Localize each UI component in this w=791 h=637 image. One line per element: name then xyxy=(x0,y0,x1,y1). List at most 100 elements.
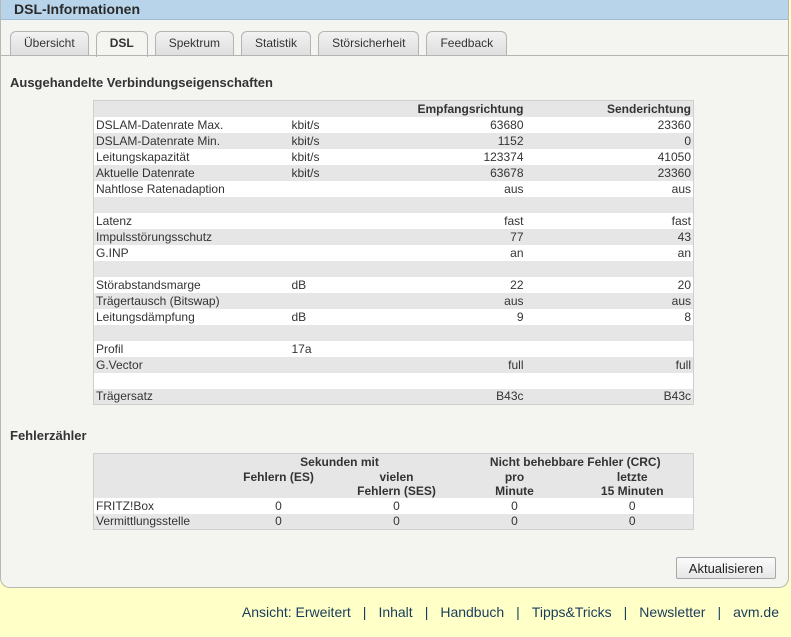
cell-pm: 0 xyxy=(511,498,518,513)
cell-unit xyxy=(290,229,370,245)
cell-unit: kbit/s xyxy=(291,133,320,148)
cell-label: Profil xyxy=(96,341,124,356)
table-row xyxy=(93,324,694,341)
tab-bar: Übersicht DSL Spektrum Statistik Störsic… xyxy=(10,31,788,57)
cell-rx: 63678 xyxy=(490,165,524,180)
cell-tx: 0 xyxy=(684,133,691,148)
cell-rx: B43c xyxy=(496,389,524,404)
header-senderichtung: Senderichtung xyxy=(606,101,691,116)
table-row: Aktuelle Datenrate kbit/s 63678 23360 xyxy=(93,164,694,181)
table-row: G.INP an an xyxy=(93,244,694,261)
header-per-minute: pro Minute xyxy=(458,470,572,498)
table-row: FRITZ!Box 0 0 0 0 xyxy=(93,497,694,514)
table-row xyxy=(93,260,694,277)
cell-m15: 0 xyxy=(628,498,636,513)
cell-rx: fast xyxy=(504,213,524,228)
refresh-button[interactable]: Aktualisieren xyxy=(676,557,776,579)
main-panel: DSL-Informationen Übersicht DSL Spektrum… xyxy=(0,0,789,588)
cell-label: G.Vector xyxy=(96,357,143,372)
footer-separator: | xyxy=(623,604,628,620)
cell-label: Leitungsdämpfung xyxy=(96,309,195,324)
header-es: Fehlern (ES) xyxy=(243,469,314,484)
cell-rx: 9 xyxy=(516,309,524,324)
cell-tx: 23360 xyxy=(657,117,691,132)
cell-rx: 63680 xyxy=(490,117,524,132)
cell-tx: aus xyxy=(671,181,691,196)
cell-label: Leitungskapazität xyxy=(96,149,190,164)
table-row: Trägersatz B43c B43c xyxy=(93,388,694,405)
cell-rx xyxy=(370,373,526,389)
cell-unit: dB xyxy=(291,277,307,292)
cell-rx: full xyxy=(508,357,524,372)
footer-link-newsletter[interactable]: Newsletter xyxy=(639,604,705,620)
cell-label: Latenz xyxy=(96,213,133,228)
cell-tx: 20 xyxy=(677,277,691,292)
cell-tx: 23360 xyxy=(657,165,691,180)
cell-label: Trägertausch (Bitswap) xyxy=(96,293,220,308)
tab-statistik[interactable]: Statistik xyxy=(241,31,312,56)
group-header-seconds: Sekunden mit xyxy=(300,454,379,469)
table-row: Störabstandsmarge dB 22 20 xyxy=(93,276,694,293)
cell-pm: 0 xyxy=(511,514,518,529)
cell-tx: aus xyxy=(671,293,691,308)
table-row: Nahtlose Ratenadaption aus aus xyxy=(93,180,694,197)
footer-link-view[interactable]: Ansicht: Erweitert xyxy=(242,604,351,620)
cell-unit xyxy=(290,245,370,261)
table-row: DSLAM-Datenrate Min. kbit/s 1152 0 xyxy=(93,132,694,149)
header-ses-line2: Fehlern (SES) xyxy=(357,483,436,498)
cell-rx: 77 xyxy=(510,229,524,244)
tab-dsl[interactable]: DSL xyxy=(95,31,148,57)
footer-link-manual[interactable]: Handbuch xyxy=(440,604,504,620)
cell-tx: fast xyxy=(671,213,691,228)
window-title: DSL-Informationen xyxy=(1,0,788,20)
cell-unit: 17a xyxy=(291,341,312,356)
footer-link-content[interactable]: Inhalt xyxy=(378,604,412,620)
footer-link-tips[interactable]: Tipps&Tricks xyxy=(532,604,612,620)
cell-tx: full xyxy=(675,357,691,372)
cell-label: DSLAM-Datenrate Max. xyxy=(96,117,224,132)
cell-rx: 1152 xyxy=(497,133,524,148)
cell-ses: 0 xyxy=(393,498,400,513)
error-column-header-row: Fehlern (ES) vielen Fehlern (SES) pro Mi… xyxy=(93,469,694,498)
tab-uebersicht[interactable]: Übersicht xyxy=(10,31,89,56)
cell-unit: kbit/s xyxy=(291,117,320,132)
cell-rx: aus xyxy=(504,293,524,308)
tab-feedback[interactable]: Feedback xyxy=(426,31,508,56)
footer-separator: | xyxy=(717,604,722,620)
cell-unit xyxy=(290,181,370,197)
cell-unit xyxy=(290,357,370,373)
table-row: DSLAM-Datenrate Max. kbit/s 63680 23360 xyxy=(93,116,694,133)
cell-label xyxy=(94,373,290,389)
footer-separator: | xyxy=(516,604,520,620)
cell-label xyxy=(94,325,290,341)
table-row: Leitungsdämpfung dB 9 8 xyxy=(93,308,694,325)
header-15-line2: 15 Minuten xyxy=(600,483,664,498)
cell-rx xyxy=(370,197,526,213)
footer-link-avm[interactable]: avm.de xyxy=(733,604,779,620)
cell-label: Nahtlose Ratenadaption xyxy=(96,181,225,196)
table-row: Leitungskapazität kbit/s 123374 41050 xyxy=(93,148,694,165)
cell-label: Impulsstörungsschutz xyxy=(96,229,213,244)
header-last-15-minutes: letzte 15 Minuten xyxy=(572,470,694,498)
header-empfangsrichtung: Empfangsrichtung xyxy=(417,101,524,116)
cell-tx: an xyxy=(677,245,691,260)
footer-separator: | xyxy=(424,604,429,620)
cell-tx xyxy=(526,261,694,277)
error-group-header-row: Sekunden mit Nicht behebbare Fehler (CRC… xyxy=(93,453,694,470)
cell-label: G.INP xyxy=(96,245,129,260)
cell-unit xyxy=(290,261,370,277)
cell-tx xyxy=(526,373,694,389)
tab-stoersicherheit[interactable]: Störsicherheit xyxy=(318,31,420,56)
table-row: Impulsstörungsschutz 77 43 xyxy=(93,228,694,245)
cell-rx: an xyxy=(510,245,524,260)
cell-rx: aus xyxy=(504,181,524,196)
cell-label xyxy=(94,261,290,277)
cell-tx xyxy=(526,197,694,213)
cell-tx xyxy=(526,325,694,341)
cell-unit xyxy=(290,389,370,405)
cell-ses: 0 xyxy=(393,514,400,529)
cell-unit xyxy=(290,373,370,389)
tab-spektrum[interactable]: Spektrum xyxy=(154,31,235,56)
cell-es: 0 xyxy=(275,498,282,513)
footer-links: Ansicht: Erweitert | Inhalt | Handbuch |… xyxy=(242,604,779,620)
